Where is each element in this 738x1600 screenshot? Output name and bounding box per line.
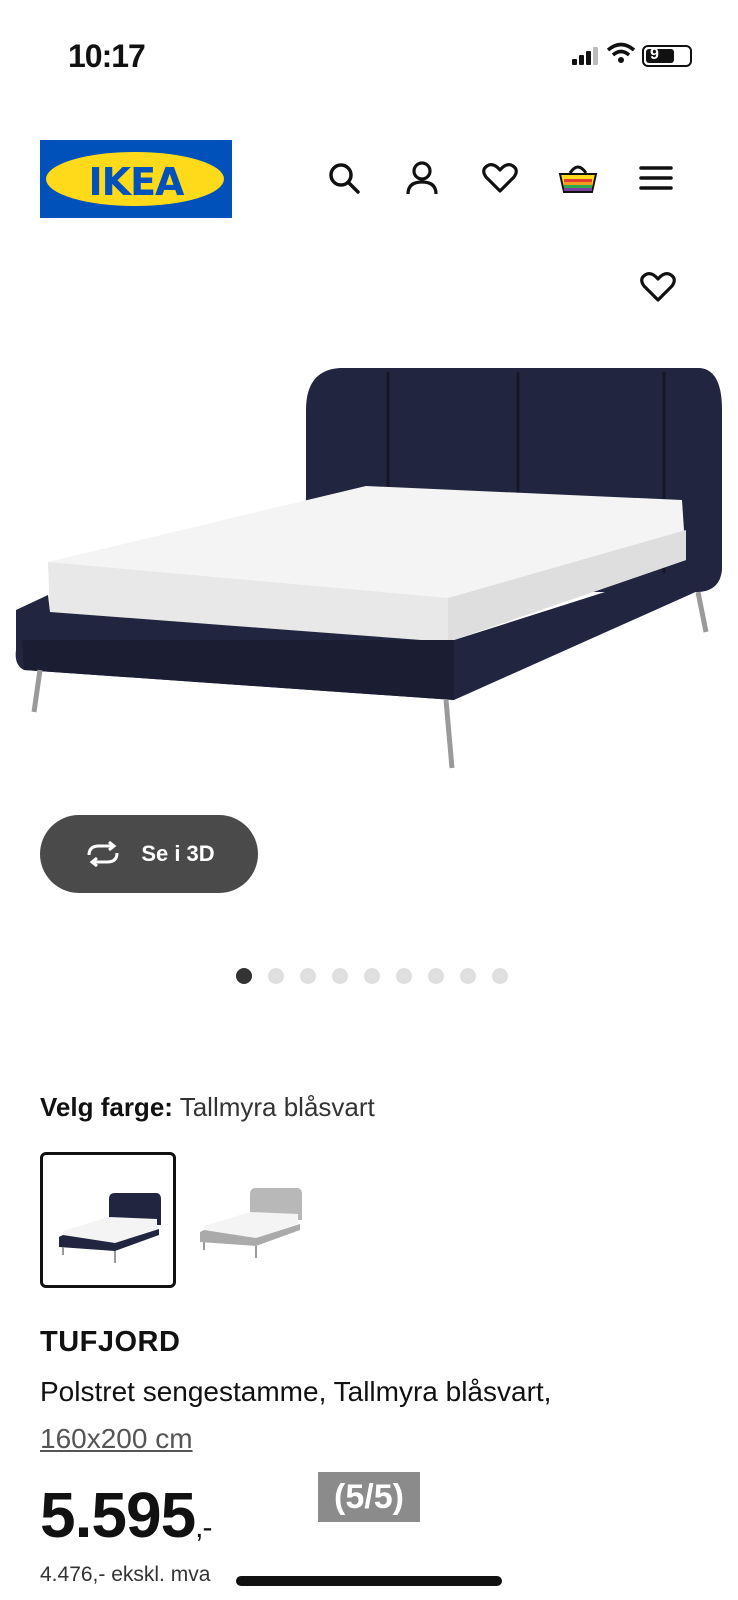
color-selection: Velg farge: Tallmyra blåsvart bbox=[40, 1092, 375, 1123]
product-name: TUFJORD bbox=[40, 1326, 181, 1358]
status-time: 10:17 bbox=[68, 38, 146, 74]
heart-icon[interactable] bbox=[480, 158, 520, 198]
image-counter: (5/5) bbox=[318, 1472, 420, 1522]
add-to-wishlist-button[interactable] bbox=[637, 266, 679, 308]
ikea-logo[interactable]: IKEA bbox=[40, 140, 232, 218]
color-label: Velg farge: bbox=[40, 1092, 173, 1122]
product-image[interactable] bbox=[0, 340, 738, 800]
wifi-icon bbox=[606, 42, 636, 69]
rotate-3d-icon bbox=[87, 841, 119, 867]
heart-icon bbox=[640, 272, 676, 302]
product-size-link[interactable]: 160x200 cm bbox=[40, 1423, 193, 1455]
view-in-3d-button[interactable]: Se i 3D bbox=[40, 815, 258, 893]
price-value: 5.595 bbox=[40, 1479, 196, 1551]
carousel-dot[interactable] bbox=[268, 968, 284, 984]
carousel-dot[interactable] bbox=[236, 968, 252, 984]
carousel-dot[interactable] bbox=[300, 968, 316, 984]
carousel-dot[interactable] bbox=[492, 968, 508, 984]
search-icon[interactable] bbox=[324, 158, 364, 198]
menu-icon[interactable] bbox=[636, 158, 676, 198]
logo-text: IKEA bbox=[88, 160, 185, 204]
profile-icon[interactable] bbox=[402, 158, 442, 198]
color-option-grey[interactable] bbox=[196, 1152, 332, 1288]
carousel-dots[interactable] bbox=[236, 968, 508, 984]
color-value: Tallmyra blåsvart bbox=[179, 1092, 375, 1122]
product-description: Polstret sengestamme, Tallmyra blåsvart, bbox=[40, 1376, 552, 1407]
carousel-dot[interactable] bbox=[396, 968, 412, 984]
carousel-dot[interactable] bbox=[332, 968, 348, 984]
basket-icon[interactable] bbox=[558, 158, 598, 198]
carousel-dot[interactable] bbox=[460, 968, 476, 984]
product-price: 5.595,- bbox=[40, 1478, 213, 1552]
home-indicator[interactable] bbox=[236, 1576, 502, 1586]
battery-level: 9 bbox=[650, 45, 659, 63]
battery-icon: 9 bbox=[642, 44, 692, 67]
color-option-dark[interactable] bbox=[40, 1152, 176, 1288]
view-in-3d-label: Se i 3D bbox=[141, 841, 215, 866]
carousel-dot[interactable] bbox=[364, 968, 380, 984]
status-icons: 9 bbox=[572, 42, 692, 69]
signal-icon bbox=[572, 46, 600, 65]
price-excl-vat: 4.476,- ekskl. mva bbox=[40, 1563, 211, 1586]
price-suffix: ,- bbox=[195, 1511, 212, 1544]
carousel-dot[interactable] bbox=[428, 968, 444, 984]
